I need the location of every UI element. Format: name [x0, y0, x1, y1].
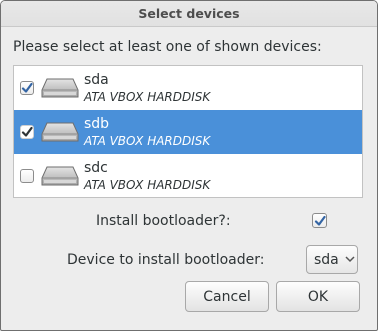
device-row-sdc[interactable]: sdc ATA VBOX HARDDISK [14, 154, 362, 198]
device-row-sda[interactable]: sda ATA VBOX HARDDISK [14, 66, 362, 110]
cancel-button[interactable]: Cancel [185, 281, 269, 312]
checkmark-icon [314, 215, 326, 226]
hard-drive-icon [41, 78, 79, 98]
bootloader-device-select[interactable]: sda [306, 245, 358, 274]
device-model: ATA VBOX HARDDISK [84, 90, 211, 104]
device-name: sdb [84, 116, 110, 132]
install-bootloader-checkbox[interactable] [312, 213, 327, 228]
device-name: sdc [84, 160, 108, 176]
device-model: ATA VBOX HARDDISK [84, 134, 211, 148]
checkmark-icon [21, 126, 33, 137]
chevron-down-icon [345, 256, 355, 263]
ok-button[interactable]: OK [276, 281, 360, 312]
device-checkbox-sdc[interactable] [20, 169, 34, 183]
device-model: ATA VBOX HARDDISK [84, 178, 211, 192]
device-name: sda [84, 72, 109, 88]
bootloader-device-label: Device to install bootloader: [67, 252, 265, 268]
instruction-label: Please select at least one of shown devi… [13, 39, 322, 55]
device-list[interactable]: sda ATA VBOX HARDDISK sdb ATA VBOX HARDD… [13, 65, 363, 198]
hard-drive-icon [41, 166, 79, 186]
hard-drive-icon [41, 122, 79, 142]
checkmark-icon [21, 82, 33, 93]
device-checkbox-sdb[interactable] [20, 125, 34, 139]
select-devices-dialog: Select devices Please select at least on… [0, 0, 378, 331]
install-bootloader-label: Install bootloader?: [96, 213, 231, 229]
device-checkbox-sda[interactable] [20, 81, 34, 95]
dialog-title[interactable]: Select devices [1, 1, 377, 27]
device-row-sdb[interactable]: sdb ATA VBOX HARDDISK [14, 110, 362, 154]
bootloader-device-value: sda [314, 251, 339, 268]
